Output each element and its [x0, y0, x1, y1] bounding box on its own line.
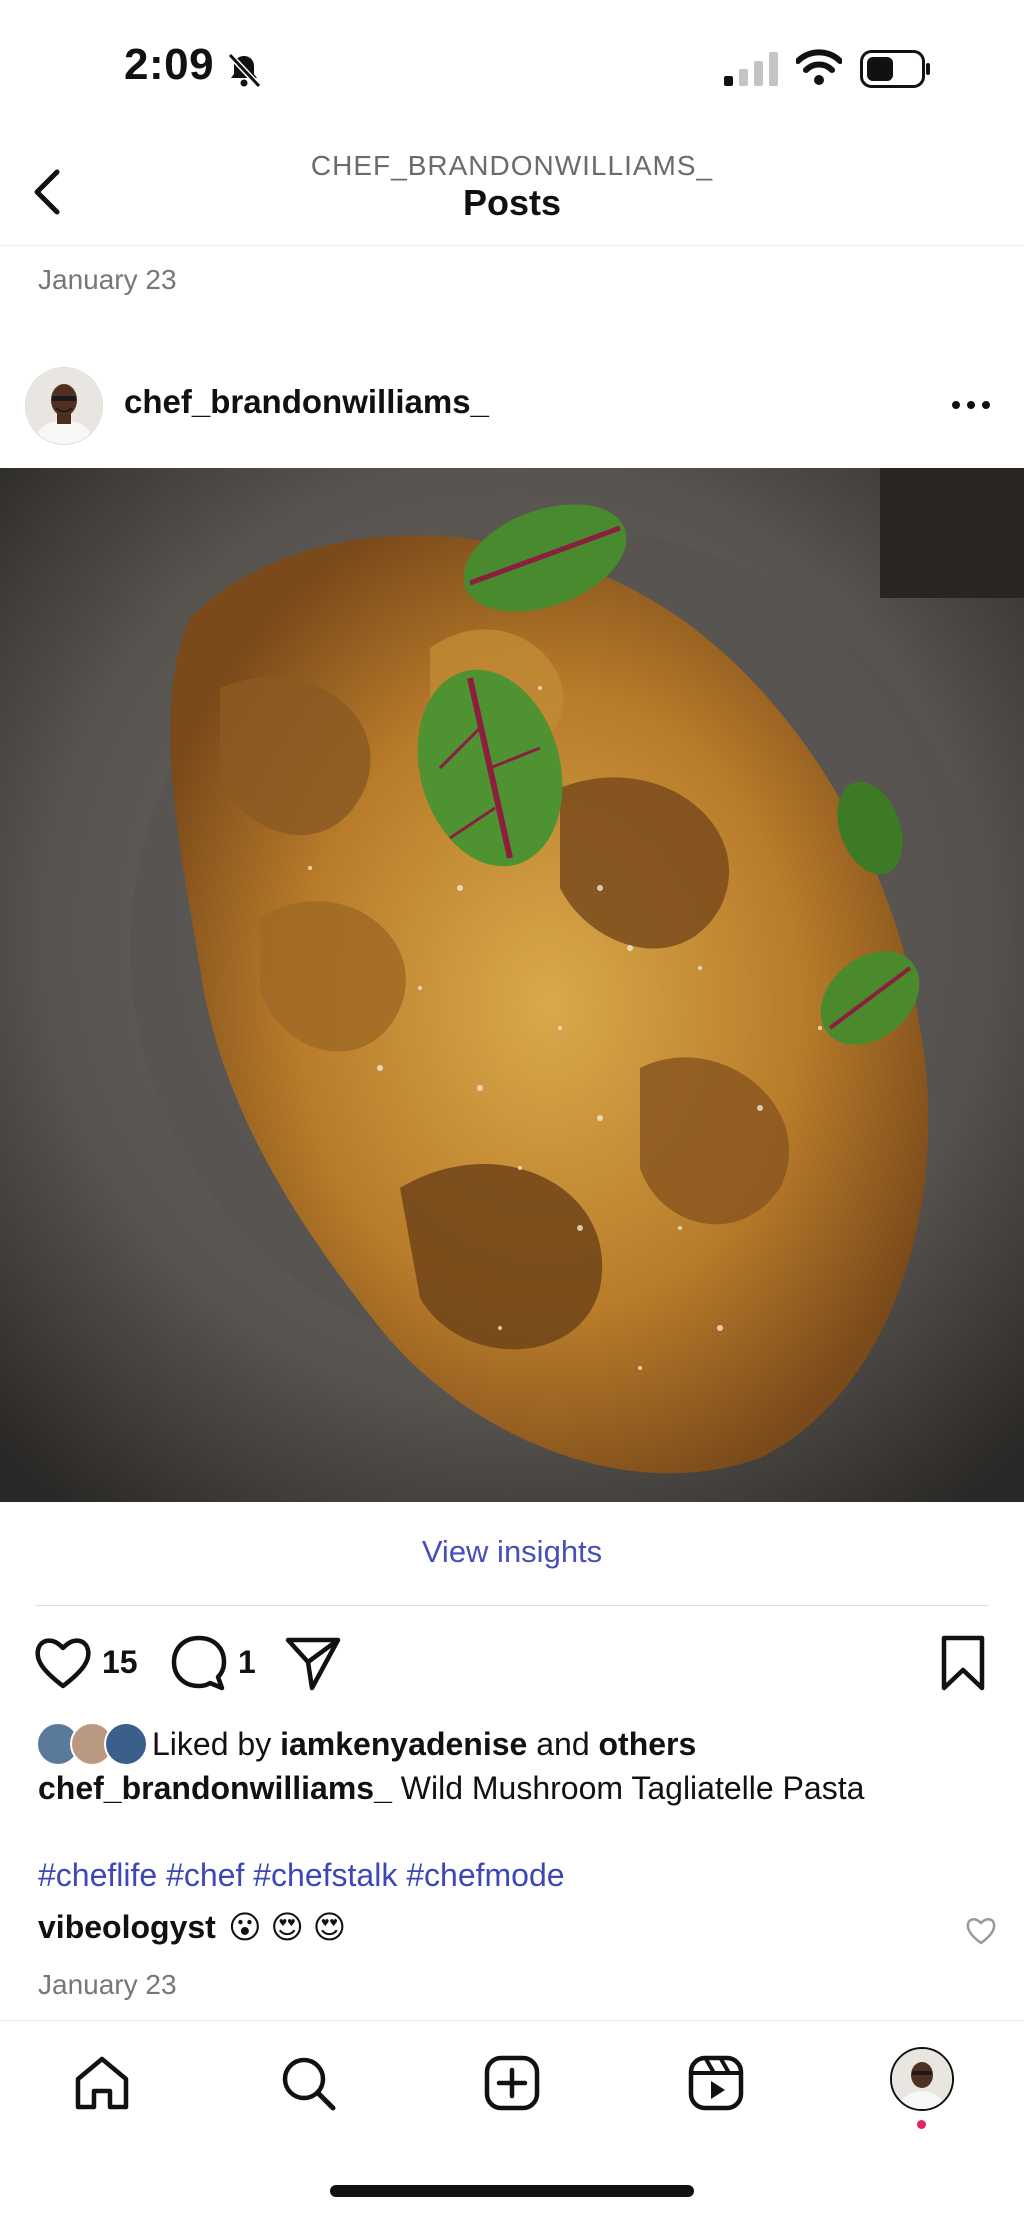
heart-icon[interactable]	[32, 1632, 94, 1694]
comment-icon[interactable]	[168, 1632, 230, 1694]
tab-reels[interactable]	[684, 2051, 748, 2115]
instagram-post-screen: 2:09 CHEF_BRANDONWILLIAMS_ Posts January…	[0, 0, 1024, 2219]
liker-avatar	[104, 1722, 148, 1766]
comment-heart-icon[interactable]	[964, 1914, 998, 1948]
post-image[interactable]	[0, 468, 1024, 1502]
profile-icon	[892, 2049, 952, 2109]
likes-count[interactable]: 15	[102, 1644, 138, 1681]
posts-header: CHEF_BRANDONWILLIAMS_ Posts	[0, 140, 1024, 246]
liked-by-prefix: Liked by	[152, 1726, 272, 1762]
status-bar: 2:09	[0, 0, 1024, 140]
tab-create[interactable]	[480, 2051, 544, 2115]
page-title: Posts	[462, 182, 562, 223]
liked-by-others[interactable]: others	[599, 1726, 697, 1762]
comment-username[interactable]: vibeologyst	[38, 1909, 216, 1945]
chef-avatar-image	[26, 368, 102, 444]
comments-count[interactable]: 1	[238, 1644, 256, 1681]
cellular-signal-icon	[724, 52, 778, 86]
bookmark-icon[interactable]	[932, 1632, 994, 1694]
create-icon	[484, 2055, 540, 2111]
tab-home[interactable]	[70, 2051, 134, 2115]
post-header: chef_brandonwilliams_	[0, 365, 1024, 445]
header-account-name: CHEF_BRANDONWILLIAMS_	[310, 150, 714, 181]
insights-divider	[36, 1605, 988, 1606]
home-indicator[interactable]	[330, 2185, 694, 2197]
liked-by-and: and	[536, 1726, 590, 1762]
reels-icon	[688, 2055, 744, 2111]
home-icon	[75, 2056, 129, 2110]
post-date-bottom: January 23	[38, 1969, 177, 2000]
more-horizontal-icon	[952, 401, 990, 409]
tab-profile[interactable]	[890, 2047, 954, 2111]
liked-by-text: Liked by iamkenyadenise and others	[152, 1726, 696, 1763]
comment-row: vibeologyst 😮 😍 😍	[38, 1908, 998, 1958]
liked-by-username[interactable]: iamkenyadenise	[280, 1726, 527, 1762]
avatar[interactable]	[25, 367, 103, 445]
notification-dot	[917, 2120, 926, 2129]
battery-icon	[860, 50, 930, 88]
post-hashtags[interactable]: #cheflife #chef #chefstalk #chefmode	[38, 1857, 565, 1894]
post-username[interactable]: chef_brandonwilliams_	[124, 383, 489, 421]
caption-username[interactable]: chef_brandonwilliams_	[38, 1770, 392, 1806]
view-insights-link[interactable]: View insights	[0, 1534, 1024, 1570]
comment-text: 😮 😍 😍	[228, 1909, 347, 1945]
bottom-tab-bar	[0, 2020, 1024, 2141]
send-icon[interactable]	[282, 1632, 344, 1694]
wifi-icon	[796, 49, 842, 85]
liked-by-avatars	[36, 1722, 148, 1766]
caption-text: Wild Mushroom Tagliatelle Pasta	[400, 1770, 865, 1806]
search-icon	[282, 2057, 336, 2111]
status-time: 2:09	[124, 40, 215, 89]
post-date-top: January 23	[38, 264, 177, 295]
bell-off-icon	[227, 52, 262, 89]
tab-search[interactable]	[276, 2051, 340, 2115]
post-caption: chef_brandonwilliams_ Wild Mushroom Tagl…	[38, 1770, 864, 1807]
more-options-button[interactable]	[944, 385, 998, 425]
post-actions: 15 1	[0, 1630, 1024, 1700]
pasta-dish-photo	[0, 468, 1024, 1502]
